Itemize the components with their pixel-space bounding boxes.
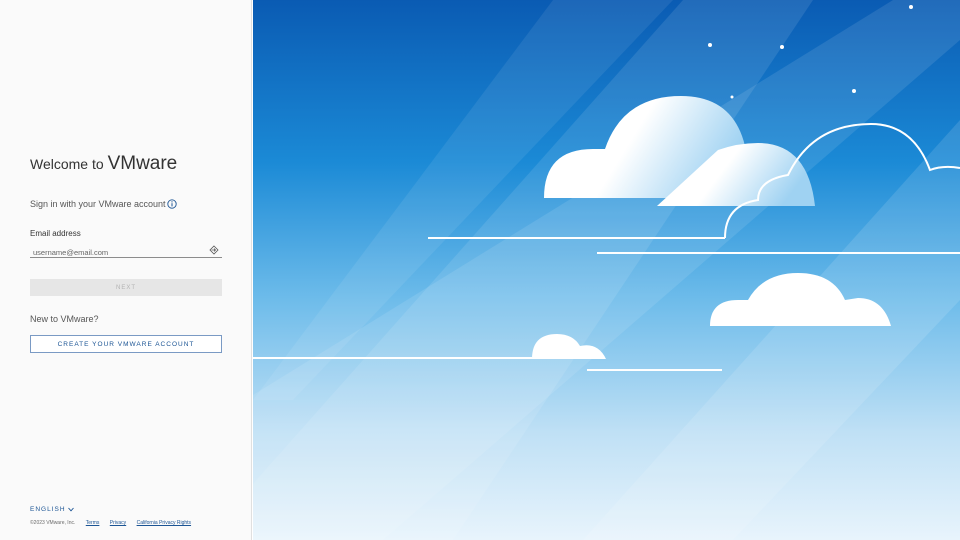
- welcome-prefix: Welcome to: [30, 156, 104, 172]
- privacy-link[interactable]: Privacy: [110, 520, 126, 526]
- star: [909, 5, 913, 9]
- star: [780, 45, 784, 49]
- copyright-text: ©2023 VMware, Inc.: [30, 520, 76, 526]
- hero-illustration: [253, 0, 960, 540]
- star: [852, 89, 856, 93]
- chevron-down-icon: [67, 507, 74, 512]
- footer: ©2023 VMware, Inc. Terms Privacy Califor…: [30, 520, 191, 526]
- email-input[interactable]: [30, 245, 200, 260]
- star: [708, 43, 712, 47]
- create-account-button[interactable]: CREATE YOUR VMWARE ACCOUNT: [30, 335, 222, 353]
- signin-instruction: Sign in with your VMware account: [30, 199, 177, 209]
- next-button[interactable]: NEXT: [30, 279, 222, 296]
- star: [730, 95, 734, 99]
- language-label: ENGLISH: [30, 506, 66, 513]
- info-icon[interactable]: [166, 199, 177, 209]
- california-privacy-link[interactable]: California Privacy Rights: [137, 520, 191, 526]
- arrow-login-icon[interactable]: [209, 245, 219, 255]
- email-label: Email address: [30, 229, 81, 238]
- new-user-text: New to VMware?: [30, 314, 99, 324]
- brand-name: VMware: [107, 153, 178, 174]
- sky-illustration: [253, 0, 960, 540]
- language-selector[interactable]: ENGLISH: [30, 506, 74, 513]
- signin-text: Sign in with your VMware account: [30, 199, 166, 209]
- login-panel: Welcome to VMware Sign in with your VMwa…: [0, 0, 252, 540]
- email-field[interactable]: [30, 242, 222, 260]
- terms-link[interactable]: Terms: [86, 520, 100, 526]
- welcome-heading: Welcome to VMware: [30, 153, 177, 175]
